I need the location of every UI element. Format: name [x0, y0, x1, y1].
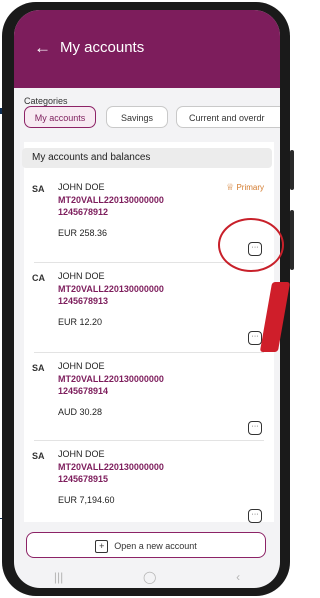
iban-prefix: MT20VALL220130000000 [58, 462, 164, 472]
account-iban: MT20VALL220130000000 1245678912 [58, 194, 208, 218]
chip-current-and-overdraft[interactable]: Current and overdr [176, 106, 280, 128]
account-holder: JOHN DOE [58, 271, 105, 281]
account-type-badge: CA [32, 273, 45, 283]
divider [34, 352, 264, 353]
account-number: 1245678912 [58, 207, 109, 217]
more-options-button[interactable]: ··· [248, 331, 262, 345]
system-nav-bar: ||| ◯ ‹ [14, 566, 280, 588]
more-options-button[interactable]: ··· [248, 421, 262, 435]
page-title: My accounts [60, 39, 145, 56]
account-card[interactable]: SA JOHN DOE MT20VALL220130000000 1245678… [24, 355, 274, 447]
account-type-badge: SA [32, 184, 45, 194]
divider [34, 440, 264, 441]
recents-icon[interactable]: ||| [54, 570, 63, 584]
open-new-account-label: Open a new account [114, 541, 197, 551]
account-holder: JOHN DOE [58, 449, 105, 459]
account-balance: AUD 30.28 [58, 407, 103, 417]
more-options-button[interactable]: ··· [248, 509, 262, 523]
account-type-badge: SA [32, 451, 45, 461]
account-card[interactable]: CA JOHN DOE MT20VALL220130000000 1245678… [24, 265, 274, 357]
account-iban: MT20VALL220130000000 1245678915 [58, 461, 208, 485]
open-new-account-button[interactable]: + Open a new account [26, 532, 266, 558]
home-icon[interactable]: ◯ [143, 570, 156, 584]
phone-screen: ← My accounts Categories My accounts Sav… [14, 10, 280, 588]
primary-badge: ♕ Primary [226, 182, 264, 193]
section-heading: My accounts and balances [22, 148, 272, 168]
crown-icon: ♕ [226, 182, 235, 192]
account-balance: EUR 258.36 [58, 228, 108, 238]
account-type-badge: SA [32, 363, 45, 373]
account-holder: JOHN DOE [58, 361, 105, 371]
primary-label: Primary [236, 183, 264, 192]
annotation-circle [218, 218, 284, 272]
back-icon[interactable]: ‹ [236, 570, 240, 584]
account-balance: EUR 7,194.60 [58, 495, 115, 505]
plus-icon: + [95, 540, 109, 553]
power-button [290, 210, 294, 270]
categories-label: Categories [24, 96, 68, 106]
account-number: 1245678913 [58, 296, 109, 306]
account-iban: MT20VALL220130000000 1245678913 [58, 283, 208, 307]
chip-savings[interactable]: Savings [106, 106, 168, 128]
app-bar: ← My accounts [14, 10, 280, 88]
account-number: 1245678914 [58, 386, 109, 396]
account-number: 1245678915 [58, 474, 109, 484]
account-iban: MT20VALL220130000000 1245678914 [58, 373, 208, 397]
iban-prefix: MT20VALL220130000000 [58, 284, 164, 294]
iban-prefix: MT20VALL220130000000 [58, 374, 164, 384]
iban-prefix: MT20VALL220130000000 [58, 195, 164, 205]
chip-my-accounts[interactable]: My accounts [24, 106, 96, 128]
arrow-left-icon[interactable]: ← [34, 38, 51, 58]
volume-button [290, 150, 294, 190]
account-balance: EUR 12.20 [58, 317, 103, 327]
account-card[interactable]: SA JOHN DOE MT20VALL220130000000 1245678… [24, 443, 274, 535]
account-holder: JOHN DOE [58, 182, 105, 192]
